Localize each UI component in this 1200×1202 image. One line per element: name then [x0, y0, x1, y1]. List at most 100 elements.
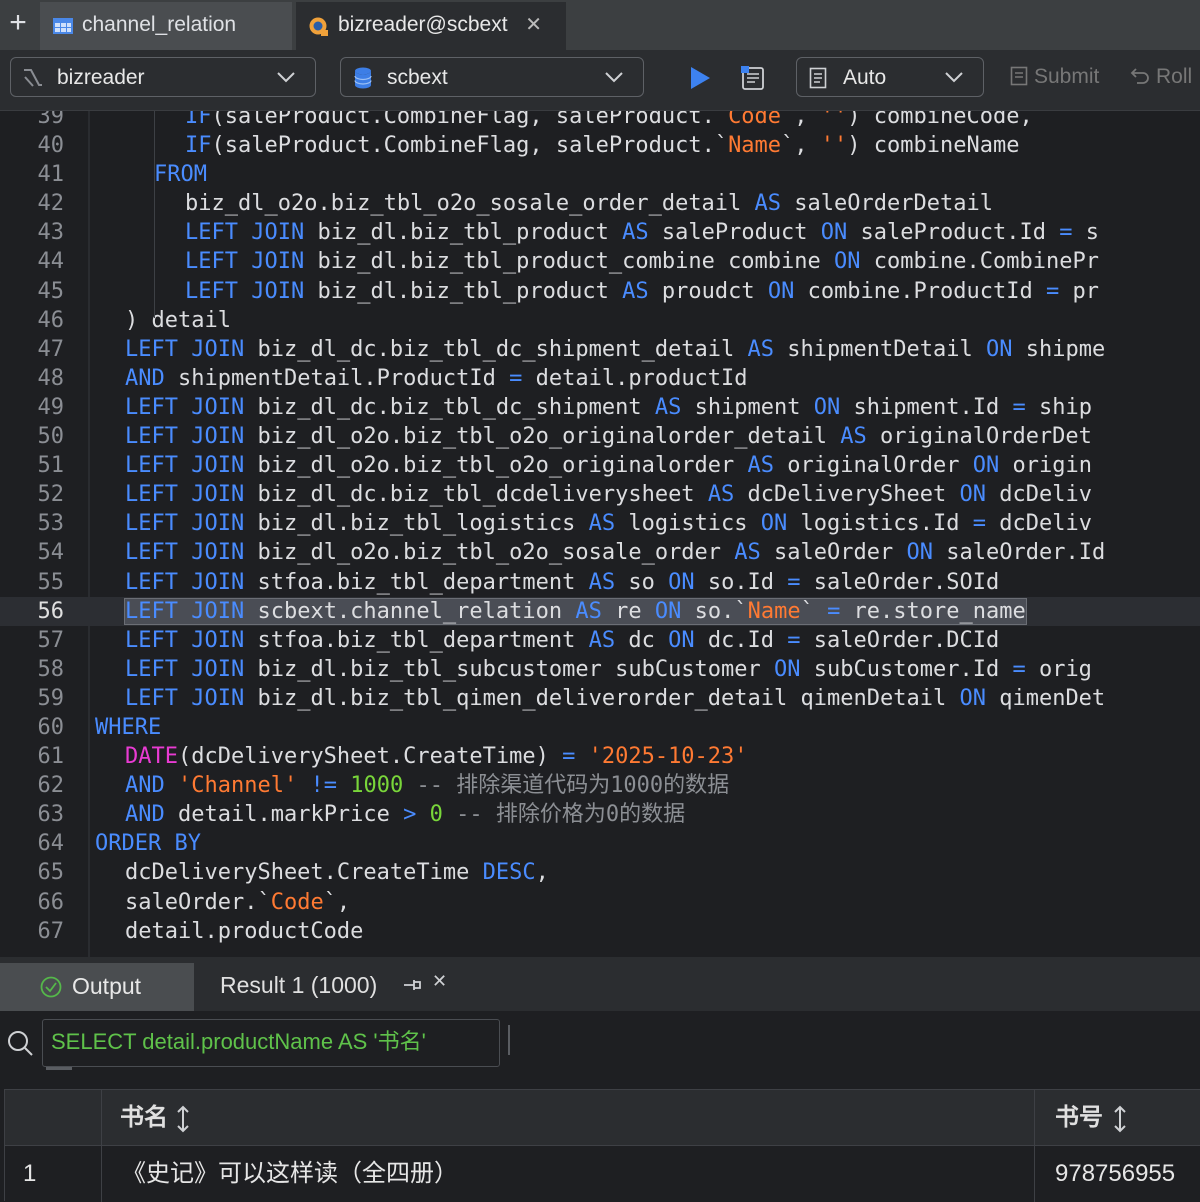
line-number: 60 — [37, 714, 65, 740]
check-circle-icon — [40, 976, 62, 998]
line-number: 45 — [37, 278, 65, 304]
code-line[interactable]: 56 LEFT JOIN scbext.channel_relation AS r… — [0, 596, 1200, 626]
cell-value: 《史记》可以这样读（全四册） — [122, 1160, 458, 1187]
tx-mode-label: Auto — [843, 66, 887, 89]
search-icon[interactable] — [6, 1029, 34, 1057]
undo-icon — [1130, 68, 1149, 84]
code-line[interactable]: 62 AND 'Channel' != 1000 -- 排除渠道代码为1000的数… — [0, 771, 1200, 800]
code-line[interactable]: 39 IF(saleProduct.CombineFlag, saleProduc… — [0, 111, 1200, 131]
code-line[interactable]: 66 saleOrder.`Code`, — [0, 888, 1200, 917]
line-number: 57 — [37, 627, 65, 653]
column-header-book-number[interactable]: 书号 — [1035, 1090, 1200, 1146]
code-text: IF(saleProduct.CombineFlag, saleProduct.… — [185, 133, 1020, 159]
schema-selector[interactable]: scbext — [340, 57, 644, 97]
code-line[interactable]: 50 LEFT JOIN biz_dl_o2o.biz_tbl_o2o_origi… — [0, 422, 1200, 451]
line-number: 44 — [37, 249, 65, 275]
chevron-down-icon — [945, 72, 963, 83]
table-cell[interactable]: 978756955 — [1035, 1146, 1200, 1202]
code-line[interactable]: 46) detail — [0, 306, 1200, 335]
result-filter-bar: SELECT detail.productName AS '书名' — [0, 1011, 1200, 1075]
code-line[interactable]: 64 ORDER BY — [0, 829, 1200, 858]
code-text: WHERE — [95, 714, 162, 740]
cell-value: 978756955 — [1055, 1160, 1176, 1187]
code-line[interactable]: 57 LEFT JOIN stfoa.biz_tbl_department AS … — [0, 626, 1200, 655]
code-text: LEFT JOIN biz_dl.biz_tbl_subcustomer sub… — [125, 656, 1092, 682]
code-line[interactable]: 43 LEFT JOIN biz_dl.biz_tbl_product AS sa… — [0, 218, 1200, 247]
explain-plan-icon[interactable] — [740, 64, 768, 92]
code-line[interactable]: 54 LEFT JOIN biz_dl_o2o.biz_tbl_o2o_sosal… — [0, 538, 1200, 567]
row-index: 1 — [23, 1160, 37, 1187]
line-number: 51 — [37, 453, 65, 479]
code-line[interactable]: 60 WHERE — [0, 713, 1200, 742]
row-number-header — [5, 1090, 102, 1146]
code-line[interactable]: 61 DATE(dcDeliverySheet.CreateTime) = '20… — [0, 742, 1200, 771]
new-tab-button[interactable]: + — [0, 0, 36, 50]
code-text: IF(saleProduct.CombineFlag, saleProduct.… — [185, 111, 1033, 129]
tab-channel-relation[interactable]: channel_relation — [40, 2, 292, 50]
tab-output[interactable]: Output — [0, 963, 194, 1011]
tab-result-label: Result 1 (1000) — [220, 972, 378, 998]
close-tab-icon[interactable]: ✕ — [525, 2, 542, 48]
line-number: 50 — [37, 424, 65, 450]
line-number: 65 — [37, 860, 65, 886]
code-line[interactable]: 63 AND detail.markPrice > 0 -- 排除价格为0的数据 — [0, 800, 1200, 829]
code-line[interactable]: 47 LEFT JOIN biz_dl_dc.biz_tbl_dc_shipmen… — [0, 335, 1200, 364]
filter-input[interactable]: SELECT detail.productName AS '书名' — [42, 1019, 500, 1067]
column-header-book-name[interactable]: 书名 — [102, 1090, 1035, 1146]
submit-button[interactable]: Submit — [1010, 62, 1099, 92]
code-line[interactable]: 59 LEFT JOIN biz_dl.biz_tbl_qimen_deliver… — [0, 684, 1200, 713]
code-line[interactable]: 40 IF(saleProduct.CombineFlag, saleProduc… — [0, 131, 1200, 160]
code-text: AND 'Channel' != 1000 -- 排除渠道代码为1000的数据 — [125, 773, 730, 799]
code-text: AND detail.markPrice > 0 -- 排除价格为0的数据 — [125, 802, 686, 828]
code-line[interactable]: 41 FROM — [0, 160, 1200, 189]
run-icon[interactable] — [688, 66, 712, 90]
code-text: ) detail — [125, 307, 231, 333]
code-line[interactable]: 44 LEFT JOIN biz_dl.biz_tbl_product_combi… — [0, 247, 1200, 276]
tab-result-1[interactable]: Result 1 (1000) ✕ — [198, 963, 454, 1011]
datasource-selector[interactable]: bizreader — [10, 57, 316, 97]
line-number: 66 — [37, 889, 65, 915]
pin-icon[interactable] — [402, 975, 424, 995]
tab-output-label: Output — [72, 973, 142, 999]
sort-icon[interactable] — [176, 1105, 190, 1133]
code-text: dcDeliverySheet.CreateTime DESC, — [125, 860, 549, 886]
code-line[interactable]: 65 dcDeliverySheet.CreateTime DESC, — [0, 858, 1200, 887]
sql-editor[interactable]: 39 IF(saleProduct.CombineFlag, saleProduc… — [0, 111, 1200, 957]
results-tab-bar: Output Result 1 (1000) ✕ — [0, 963, 1200, 1011]
code-line[interactable]: 52 LEFT JOIN biz_dl_dc.biz_tbl_dcdelivery… — [0, 480, 1200, 509]
tab-console-scbext[interactable]: bizreader@scbext ✕ — [296, 2, 566, 50]
code-line[interactable]: 55 LEFT JOIN stfoa.biz_tbl_department AS … — [0, 568, 1200, 597]
line-number: 41 — [37, 162, 65, 188]
code-text: ORDER BY — [95, 831, 201, 857]
rollback-button[interactable]: Roll — [1130, 62, 1192, 92]
chevron-down-icon — [277, 72, 295, 83]
sort-icon[interactable] — [1113, 1105, 1127, 1133]
line-number: 56 — [37, 598, 65, 624]
code-line[interactable]: 49 LEFT JOIN biz_dl_dc.biz_tbl_dc_shipmen… — [0, 393, 1200, 422]
line-number: 62 — [37, 773, 65, 799]
line-number: 55 — [37, 569, 65, 595]
code-line[interactable]: 67 detail.productCode — [0, 917, 1200, 946]
code-line[interactable]: 48 AND shipmentDetail.ProductId = detail.… — [0, 364, 1200, 393]
line-number: 53 — [37, 511, 65, 537]
code-text: DATE(dcDeliverySheet.CreateTime) = '2025… — [125, 744, 748, 770]
close-result-icon[interactable]: ✕ — [432, 959, 447, 1003]
code-text: LEFT JOIN biz_dl.biz_tbl_logistics AS lo… — [125, 511, 1092, 537]
schema-label: scbext — [387, 66, 448, 89]
table-cell[interactable]: 《史记》可以这样读（全四册） — [102, 1146, 1035, 1202]
code-line[interactable]: 58 LEFT JOIN biz_dl.biz_tbl_subcustomer s… — [0, 655, 1200, 684]
code-line[interactable]: 51 LEFT JOIN biz_dl_o2o.biz_tbl_o2o_origi… — [0, 451, 1200, 480]
code-text: LEFT JOIN biz_dl.biz_tbl_product AS sale… — [185, 220, 1099, 246]
code-line[interactable]: 53 LEFT JOIN biz_dl.biz_tbl_logistics AS … — [0, 509, 1200, 538]
column-header-label: 书号 — [1055, 1104, 1103, 1131]
line-number: 64 — [37, 831, 65, 857]
scrollbar-thumb[interactable] — [46, 1067, 72, 1070]
rollback-label: Roll — [1156, 65, 1193, 88]
code-text: LEFT JOIN stfoa.biz_tbl_department AS dc… — [125, 627, 1000, 653]
code-line[interactable]: 45 LEFT JOIN biz_dl.biz_tbl_product AS pr… — [0, 277, 1200, 306]
line-number: 43 — [37, 220, 65, 246]
transaction-mode-selector[interactable]: Auto — [796, 57, 984, 97]
code-text: saleOrder.`Code`, — [125, 889, 351, 915]
filter-value: SELECT detail.productName AS '书名' — [51, 1029, 426, 1054]
code-line[interactable]: 42 biz_dl_o2o.biz_tbl_o2o_sosale_order_de… — [0, 189, 1200, 218]
